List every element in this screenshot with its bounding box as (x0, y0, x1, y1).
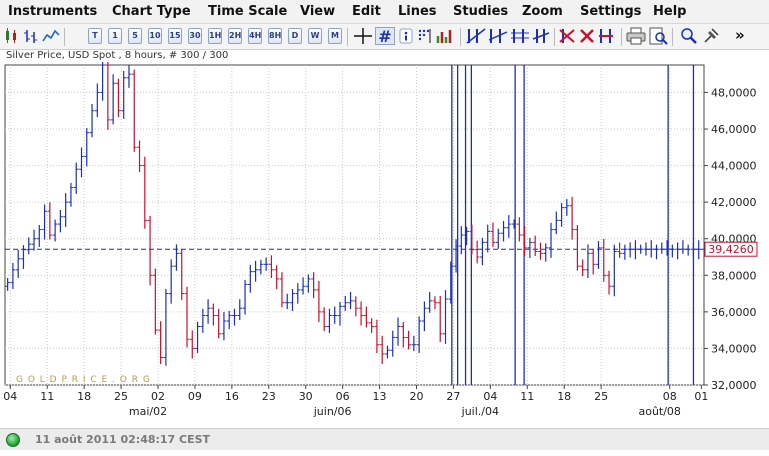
timeframe-button-5[interactable]: 5 (128, 28, 142, 44)
menu-lines[interactable]: Lines (398, 4, 437, 19)
month-label: mai/02 (129, 405, 167, 418)
data-points-icon[interactable] (417, 27, 435, 45)
vertical-line-tool-icon[interactable] (532, 27, 550, 45)
y-tick-label: 38,0000 (711, 269, 757, 282)
pin-icon[interactable] (702, 27, 720, 45)
toolbar-separator (621, 28, 622, 46)
timeframe-button-t[interactable]: T (88, 28, 102, 44)
menu-chart-type[interactable]: Chart Type (112, 4, 191, 19)
line-chart-icon[interactable] (42, 27, 60, 45)
x-tick-label: 27 (446, 390, 460, 403)
price-chart[interactable]: 32,000034,000036,000038,000040,000042,00… (0, 62, 769, 428)
menu-settings[interactable]: Settings (580, 4, 641, 19)
x-tick-label: 02 (151, 390, 165, 403)
bar-chart-icon[interactable] (23, 27, 39, 45)
delete-all-icon[interactable] (578, 27, 596, 45)
info-cursor-icon[interactable] (397, 27, 415, 45)
trendline-tool-icon[interactable] (466, 27, 486, 45)
toolbar-separator (347, 28, 348, 46)
timeframe-button-10[interactable]: 10 (148, 28, 162, 44)
timeframe-button-15[interactable]: 15 (168, 28, 182, 44)
grid-toggle-icon[interactable]: # (375, 27, 395, 45)
zoom-in-icon[interactable] (679, 27, 699, 45)
menu-help[interactable]: Help (653, 4, 686, 19)
toolbar-overflow-button[interactable]: » (735, 26, 745, 44)
timeframe-button-4h[interactable]: 4H (248, 28, 262, 44)
chart-header: Silver Price, USD Spot , 8 hours, # 300 … (6, 50, 229, 61)
x-tick-label: 04 (3, 390, 17, 403)
y-tick-label: 32,0000 (711, 379, 757, 392)
y-tick-label: 46,0000 (711, 123, 757, 136)
watermark: G O L D P R I C E . O R G (16, 375, 151, 385)
timeframe-button-1[interactable]: 1 (108, 28, 122, 44)
menu-bar: Instruments Chart Type Time Scale View Edit L… (0, 0, 769, 24)
month-label: août/08 (638, 405, 680, 418)
svg-text:#: # (378, 28, 391, 44)
x-tick-label: 11 (40, 390, 54, 403)
x-tick-label: 25 (594, 390, 608, 403)
timeframe-button-2h[interactable]: 2H (228, 28, 242, 44)
y-tick-label: 42,0000 (711, 196, 757, 209)
toolbar-separator (460, 28, 461, 46)
y-tick-label: 48,0000 (711, 86, 757, 99)
x-tick-label: 20 (409, 390, 423, 403)
x-tick-label: 30 (299, 390, 313, 403)
toolbar-separator (64, 28, 65, 46)
x-tick-label: 18 (557, 390, 571, 403)
x-tick-label: 16 (225, 390, 239, 403)
x-tick-label: 18 (77, 390, 91, 403)
y-tick-label: 44,0000 (711, 160, 757, 173)
menu-view[interactable]: View (300, 4, 335, 19)
y-tick-label: 36,0000 (711, 306, 757, 319)
x-tick-label: 13 (373, 390, 387, 403)
x-tick-label: 06 (336, 390, 350, 403)
timeframe-button-m[interactable]: M (328, 28, 342, 44)
timeframe-button-1h[interactable]: 1H (208, 28, 222, 44)
crosshair-icon[interactable] (353, 27, 373, 45)
x-tick-label: 08 (663, 390, 677, 403)
x-tick-label: 23 (262, 390, 276, 403)
x-tick-label: 04 (483, 390, 497, 403)
delete-line-icon[interactable] (558, 27, 576, 45)
timeframe-button-w[interactable]: W (308, 28, 322, 44)
timeframe-button-d[interactable]: D (288, 28, 302, 44)
fibonacci-tool-icon[interactable] (510, 27, 530, 45)
status-bar: 11 août 2011 02:48:17 CEST (0, 428, 769, 450)
y-tick-label: 34,0000 (711, 342, 757, 355)
status-timestamp: 11 août 2011 02:48:17 CEST (35, 433, 211, 446)
month-label: juil./04 (461, 405, 499, 418)
connection-status-icon (6, 433, 20, 447)
clear-markers-icon[interactable] (597, 27, 615, 45)
current-price-label: 39,4260 (708, 243, 754, 256)
toolbar: T 1 5 10 15 30 1H 2H 4H 8H D W M # » (0, 24, 769, 50)
menu-time-scale[interactable]: Time Scale (208, 4, 287, 19)
menu-instruments[interactable]: Instruments (8, 4, 97, 19)
month-label: juin/06 (313, 405, 352, 418)
plot-area (4, 64, 705, 386)
candlestick-chart-icon[interactable] (4, 27, 20, 45)
menu-studies[interactable]: Studies (453, 4, 508, 19)
print-icon[interactable] (626, 27, 646, 45)
x-tick-label: 09 (188, 390, 202, 403)
volume-bars-icon[interactable] (436, 27, 454, 45)
channel-tool-icon[interactable] (488, 27, 508, 45)
toolbar-separator (554, 28, 555, 46)
x-tick-label: 25 (114, 390, 128, 403)
x-tick-label: 11 (520, 390, 534, 403)
timeframe-button-30[interactable]: 30 (188, 28, 202, 44)
print-preview-icon[interactable] (648, 27, 668, 45)
menu-zoom[interactable]: Zoom (522, 4, 563, 19)
toolbar-separator (672, 28, 673, 46)
menu-edit[interactable]: Edit (352, 4, 381, 19)
timeframe-button-8h[interactable]: 8H (268, 28, 282, 44)
x-tick-label-minor: 01 (694, 390, 708, 403)
